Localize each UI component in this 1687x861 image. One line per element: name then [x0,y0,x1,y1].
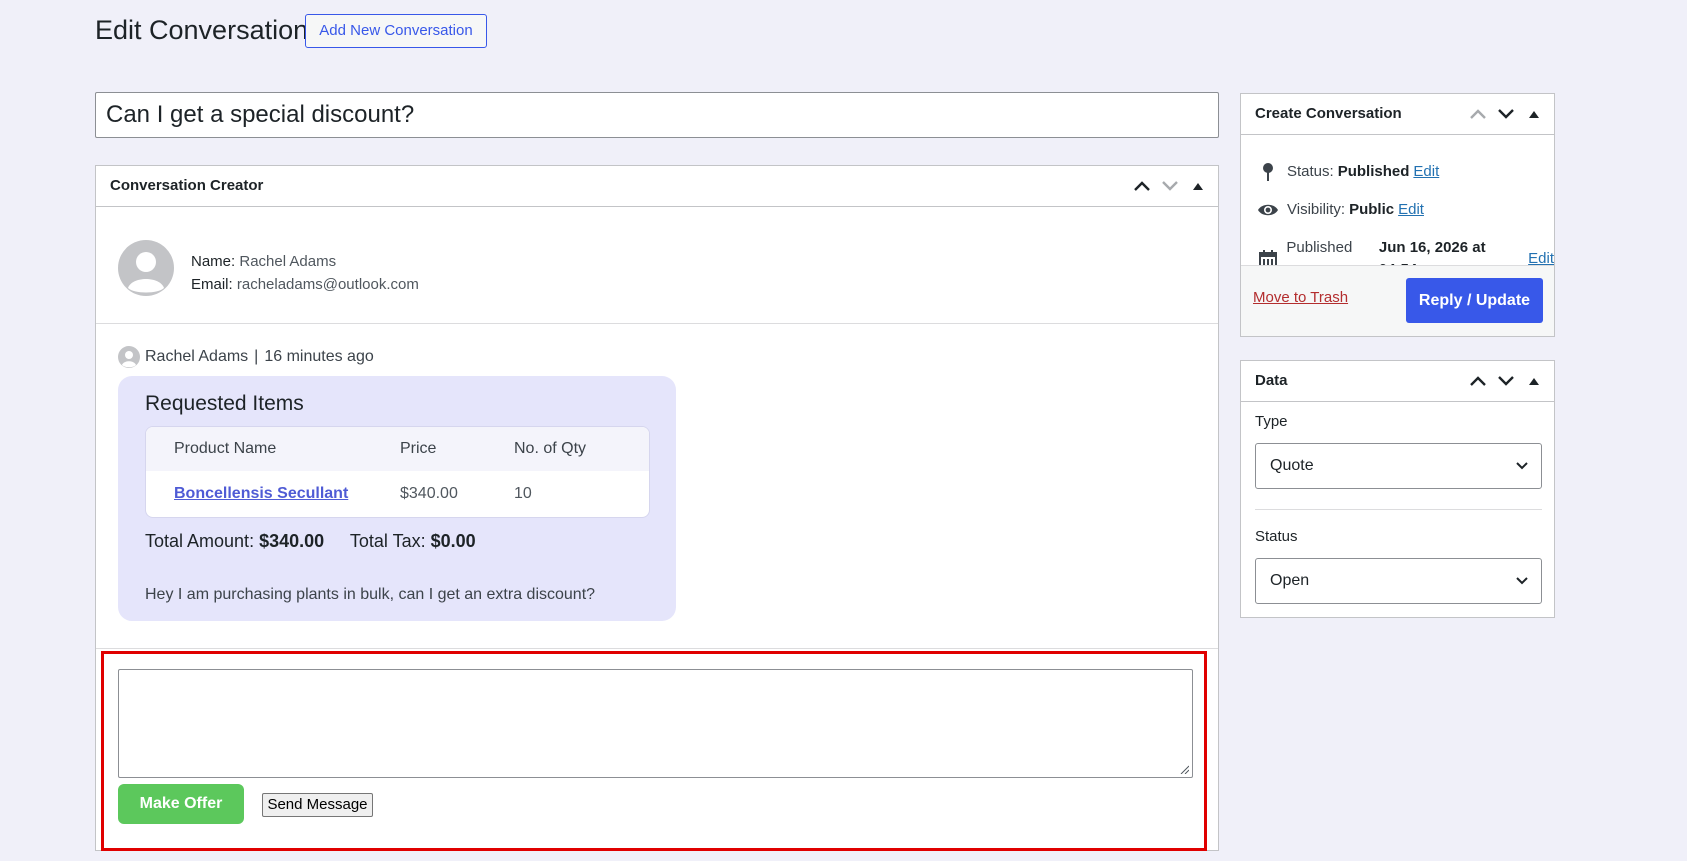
message-author: Rachel Adams [145,348,249,365]
send-message-button[interactable]: Send Message [262,793,373,817]
chevron-up-icon[interactable] [1464,94,1492,134]
status-value: Published [1337,163,1410,180]
create-conversation-box: Create Conversation Status: Published Ed… [1240,93,1555,337]
visibility-row: Visibility: Public Edit [1257,199,1424,221]
avatar-icon [118,240,174,296]
requested-items-title: Requested Items [145,392,304,415]
status-label: Status: [1287,163,1334,180]
add-new-conversation-button[interactable]: Add New Conversation [305,14,487,48]
type-label: Type [1255,413,1288,430]
chevron-down-icon[interactable] [1492,361,1520,401]
reply-textarea[interactable] [118,669,1193,778]
select-chevron-icon [1516,462,1528,470]
avatar-icon [118,346,140,368]
divider [96,323,1218,324]
chevron-down-icon[interactable] [1492,94,1520,134]
conversation-title-input[interactable]: Can I get a special discount? [95,92,1219,138]
creator-name-line: Name: Rachel Adams [191,250,336,273]
select-chevron-icon [1516,577,1528,585]
create-conversation-title: Create Conversation [1255,105,1402,122]
creator-email-value: racheladams@outlook.com [236,276,419,293]
data-box: Data Type Quote Status Open [1240,360,1555,618]
status-label-data: Status [1255,528,1298,545]
data-box-title: Data [1255,372,1288,389]
creator-email-line: Email: racheladams@outlook.com [191,273,419,296]
divider [96,648,1218,649]
creator-name-label: Name: [191,253,236,270]
message-meta: Rachel Adams | 16 minutes ago [118,346,374,368]
status-row: Status: Published Edit [1257,161,1439,183]
divider [1255,509,1542,510]
triangle-up-icon[interactable] [1184,166,1212,206]
conversation-creator-header: Conversation Creator [96,166,1218,207]
total-amount-value: $340.00 [259,531,325,551]
triangle-up-icon[interactable] [1520,361,1548,401]
triangle-up-icon[interactable] [1520,94,1548,134]
resize-grip-icon[interactable] [1180,765,1189,774]
visibility-label: Visibility: [1287,201,1346,218]
eye-icon [1257,199,1279,221]
message-text: Hey I am purchasing plants in bulk, can … [145,586,596,603]
move-to-trash-link[interactable]: Move to Trash [1253,289,1348,306]
chevron-up-icon[interactable] [1464,361,1492,401]
edit-status-link[interactable]: Edit [1413,161,1439,183]
total-amount-label: Total Amount: [145,531,255,551]
chevron-down-icon[interactable] [1156,166,1184,206]
data-box-header: Data [1241,361,1554,402]
make-offer-button[interactable]: Make Offer [118,784,244,824]
totals-line: Total Amount: $340.00 Total Tax: $0.00 [145,528,476,554]
meta-separator: | [254,348,259,365]
product-link[interactable]: Boncellensis Secullant [174,485,348,502]
column-header-qty: No. of Qty [514,440,587,457]
message-time: 16 minutes ago [264,348,374,365]
type-select[interactable]: Quote [1255,443,1542,489]
visibility-value: Public [1349,201,1395,218]
create-conversation-header: Create Conversation [1241,94,1554,135]
reply-update-button[interactable]: Reply / Update [1406,278,1543,323]
creator-email-label: Email: [191,276,233,293]
status-select[interactable]: Open [1255,558,1542,604]
pin-icon [1257,161,1279,183]
product-qty: 10 [514,485,532,502]
product-price: $340.00 [400,485,458,502]
column-header-product: Product Name [174,440,277,457]
requested-items-table: Product Name Price No. of Qty Boncellens… [145,426,650,518]
chevron-up-icon[interactable] [1128,166,1156,206]
table-row: Boncellensis Secullant [174,472,348,516]
page-title: Edit Conversation [95,15,309,45]
creator-name-value: Rachel Adams [239,253,337,270]
total-tax-value: $0.00 [430,531,476,551]
type-select-value: Quote [1270,457,1314,474]
total-tax-label: Total Tax: [349,531,426,551]
status-select-value: Open [1270,572,1310,589]
column-header-price: Price [400,440,437,457]
conversation-creator-title: Conversation Creator [110,177,264,194]
publish-actions: Move to Trash Reply / Update [1241,265,1554,336]
edit-visibility-link[interactable]: Edit [1398,199,1424,221]
